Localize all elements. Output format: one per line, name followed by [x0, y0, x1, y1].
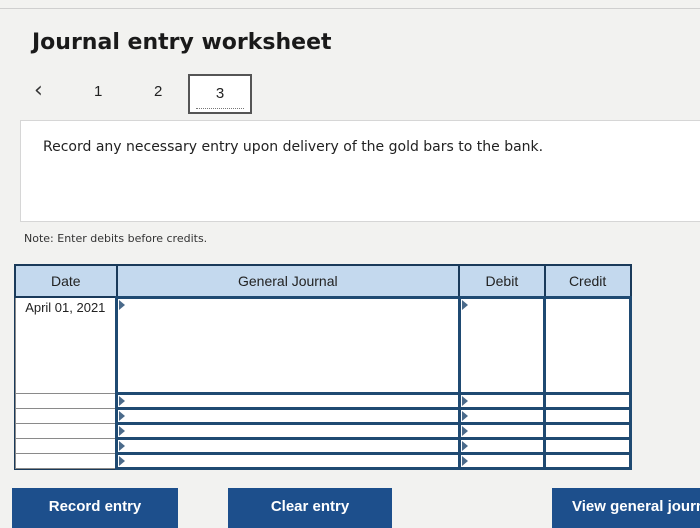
credit-cell[interactable] — [543, 437, 632, 456]
date-cell[interactable] — [14, 453, 118, 469]
journal-account-cell[interactable] — [115, 407, 461, 426]
table-row — [14, 407, 632, 426]
table-row — [14, 452, 632, 470]
journal-account-cell[interactable] — [115, 295, 461, 396]
instruction-panel: Record any necessary entry upon delivery… — [20, 120, 700, 222]
credit-cell[interactable] — [543, 452, 632, 470]
journal-table: Date General Journal Debit Credit April … — [14, 264, 632, 470]
top-divider — [0, 8, 700, 9]
clear-entry-button[interactable]: Clear entry — [228, 488, 392, 528]
debit-cell[interactable] — [457, 437, 547, 456]
step-1[interactable]: 1 — [94, 83, 102, 100]
credit-cell[interactable] — [543, 407, 632, 426]
step-2[interactable]: 2 — [154, 83, 162, 100]
table-header-row: Date General Journal Debit Credit — [14, 264, 632, 298]
header-date: Date — [14, 264, 118, 298]
header-credit: Credit — [543, 264, 632, 298]
date-cell[interactable] — [14, 393, 118, 410]
page-title: Journal entry worksheet — [32, 30, 332, 55]
step-navigation: ‹ 1 2 3 — [30, 74, 290, 118]
date-cell[interactable] — [14, 438, 118, 455]
journal-account-cell[interactable] — [115, 422, 461, 441]
table-row — [14, 392, 632, 411]
table-row: April 01, 2021 — [14, 295, 632, 396]
instruction-text: Record any necessary entry upon delivery… — [43, 139, 544, 155]
header-debit: Debit — [458, 264, 546, 298]
debit-cell[interactable] — [457, 407, 547, 426]
table-row — [14, 422, 632, 441]
date-cell[interactable]: April 01, 2021 — [14, 296, 118, 395]
header-general-journal: General Journal — [115, 264, 461, 298]
journal-account-cell[interactable] — [115, 452, 461, 470]
debit-cell[interactable] — [457, 392, 547, 411]
journal-account-cell[interactable] — [115, 437, 461, 456]
credit-cell[interactable] — [543, 392, 632, 411]
record-entry-button[interactable]: Record entry — [12, 488, 178, 528]
date-cell[interactable] — [14, 408, 118, 425]
date-cell[interactable] — [14, 423, 118, 440]
chevron-left-icon[interactable]: ‹ — [34, 78, 43, 103]
debit-cell[interactable] — [457, 295, 547, 396]
debit-cell[interactable] — [457, 452, 547, 470]
note-text: Note: Enter debits before credits. — [24, 232, 208, 245]
view-general-journal-button[interactable]: View general journa — [552, 488, 700, 528]
table-row — [14, 437, 632, 456]
journal-account-cell[interactable] — [115, 392, 461, 411]
credit-cell[interactable] — [543, 422, 632, 441]
step-3-active[interactable]: 3 — [188, 74, 252, 114]
debit-cell[interactable] — [457, 422, 547, 441]
credit-cell[interactable] — [543, 295, 632, 396]
